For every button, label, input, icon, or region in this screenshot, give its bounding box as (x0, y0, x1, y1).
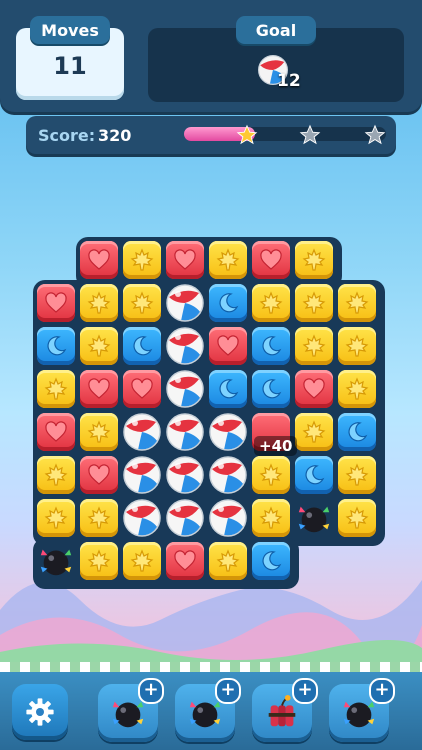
add-booster-button[interactable]: + (215, 678, 241, 704)
maple-leaf-tile[interactable] (295, 241, 333, 279)
moon-tile[interactable] (252, 370, 290, 408)
beach-ball-icon[interactable] (122, 455, 162, 495)
ground-stripe (0, 662, 422, 672)
star-icon (236, 124, 258, 145)
maple-leaf-tile[interactable] (123, 542, 161, 580)
moon-tile[interactable] (37, 327, 75, 365)
settings-button[interactable] (12, 684, 68, 740)
maple-leaf-tile[interactable] (252, 499, 290, 537)
heart-tile[interactable] (80, 370, 118, 408)
maple-leaf-tile[interactable] (123, 284, 161, 322)
beach-ball-icon[interactable] (122, 412, 162, 452)
maple-leaf-tile[interactable] (338, 327, 376, 365)
maple-leaf-tile[interactable] (37, 370, 75, 408)
maple-leaf-tile[interactable] (37, 499, 75, 537)
maple-leaf-tile[interactable] (338, 370, 376, 408)
popup-score: +40 (254, 436, 298, 456)
add-booster-button[interactable]: + (292, 678, 318, 704)
booster-bomb-button[interactable]: + (175, 678, 241, 742)
heart-tile[interactable] (80, 241, 118, 279)
maple-leaf-tile[interactable] (338, 284, 376, 322)
heart-tile[interactable] (123, 370, 161, 408)
maple-leaf-tile[interactable] (209, 241, 247, 279)
heart-tile[interactable] (166, 542, 204, 580)
moves-label: Moves (30, 16, 110, 44)
bomb-icon[interactable] (37, 542, 75, 580)
moon-tile[interactable] (123, 327, 161, 365)
add-booster-button[interactable]: + (138, 678, 164, 704)
moon-tile[interactable] (252, 542, 290, 580)
booster-spiked-bomb-button[interactable]: + (329, 678, 395, 742)
star-icon (299, 124, 321, 145)
heart-tile[interactable] (252, 241, 290, 279)
maple-leaf-tile[interactable] (338, 499, 376, 537)
beach-ball-icon[interactable] (165, 455, 205, 495)
heart-tile[interactable] (37, 413, 75, 451)
maple-leaf-tile[interactable] (252, 456, 290, 494)
maple-leaf-tile[interactable] (295, 284, 333, 322)
goal-label: Goal (236, 16, 316, 44)
maple-leaf-tile[interactable] (252, 284, 290, 322)
beach-ball-icon[interactable] (165, 369, 205, 409)
bomb-icon[interactable] (295, 499, 333, 537)
gear-icon (26, 698, 54, 726)
beach-ball-icon[interactable] (208, 498, 248, 538)
score-value: 320 (98, 126, 132, 145)
beach-ball-icon[interactable] (165, 412, 205, 452)
maple-leaf-tile[interactable] (80, 499, 118, 537)
maple-leaf-tile[interactable] (80, 284, 118, 322)
star-icon (364, 124, 386, 145)
heart-tile[interactable] (295, 370, 333, 408)
heart-tile[interactable] (80, 456, 118, 494)
maple-leaf-tile[interactable] (80, 327, 118, 365)
heart-tile[interactable] (37, 284, 75, 322)
moon-tile[interactable] (252, 327, 290, 365)
maple-leaf-tile[interactable] (295, 327, 333, 365)
maple-leaf-tile[interactable] (338, 456, 376, 494)
moon-tile[interactable] (209, 370, 247, 408)
beach-ball-icon[interactable] (165, 326, 205, 366)
beach-ball-icon[interactable] (165, 283, 205, 323)
maple-leaf-tile[interactable] (295, 413, 333, 451)
moon-tile[interactable] (295, 456, 333, 494)
score-label: Score: (38, 126, 96, 145)
heart-tile[interactable] (209, 327, 247, 365)
maple-leaf-tile[interactable] (80, 413, 118, 451)
beach-ball-icon[interactable] (122, 498, 162, 538)
booster-rainbow-bomb-button[interactable]: + (98, 678, 164, 742)
maple-leaf-tile[interactable] (37, 456, 75, 494)
booster-dynamite-button[interactable]: + (252, 678, 318, 742)
beach-ball-icon[interactable] (208, 455, 248, 495)
maple-leaf-tile[interactable] (80, 542, 118, 580)
moon-tile[interactable] (338, 413, 376, 451)
moves-value: 11 (53, 52, 87, 80)
add-booster-button[interactable]: + (369, 678, 395, 704)
maple-leaf-tile[interactable] (209, 542, 247, 580)
goal-count: 12 (277, 71, 301, 91)
maple-leaf-tile[interactable] (123, 241, 161, 279)
beach-ball-icon[interactable] (208, 412, 248, 452)
moon-tile[interactable] (209, 284, 247, 322)
beach-ball-icon[interactable] (165, 498, 205, 538)
heart-tile[interactable] (166, 241, 204, 279)
